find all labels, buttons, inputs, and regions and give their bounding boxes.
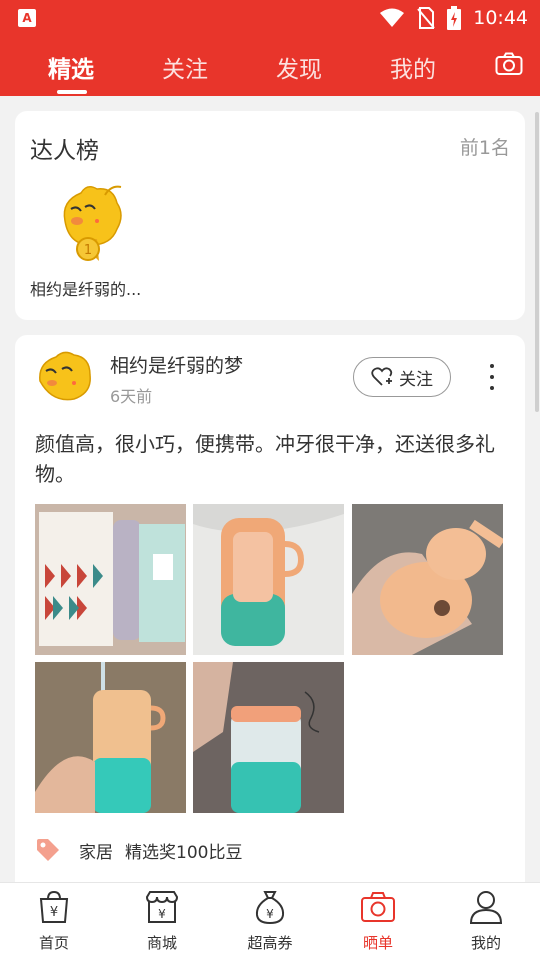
top-tabs: 精选 关注 发现 我的 bbox=[0, 38, 540, 96]
status-bar: A 10:44 bbox=[0, 0, 540, 36]
camera-icon[interactable] bbox=[495, 52, 523, 76]
top-users-card: 达人榜 前1名 1 相约是纤弱的... bbox=[15, 111, 525, 320]
ranking-count[interactable]: 前1名 bbox=[460, 133, 510, 160]
post-card: 相约是纤弱的梦 6天前 关注 颜值高，很小巧，便携带。冲牙很干净，还送很多礼物。 bbox=[15, 335, 525, 895]
heart-plus-icon bbox=[371, 367, 393, 386]
clock: 10:44 bbox=[473, 7, 528, 29]
nav-mall-label: 商城 bbox=[146, 934, 177, 952]
nav-mall[interactable]: ¥ 商城 bbox=[117, 883, 207, 960]
tab-featured[interactable]: 精选 bbox=[48, 50, 94, 84]
tab-following[interactable]: 关注 bbox=[162, 50, 208, 84]
top-user-avatar[interactable]: 1 bbox=[51, 181, 129, 269]
post-content: 颜值高，很小巧，便携带。冲牙很干净，还送很多礼物。 bbox=[35, 432, 495, 486]
photo-flosser-hand bbox=[35, 662, 186, 813]
active-tab-indicator bbox=[57, 90, 87, 94]
nav-showcase[interactable]: 晒单 bbox=[333, 883, 423, 960]
post-tags: 家居 精选奖100比豆 bbox=[35, 835, 505, 865]
svg-text:¥: ¥ bbox=[266, 907, 274, 921]
photo-flosser-cap bbox=[352, 504, 503, 655]
nav-showcase-label: 晒单 bbox=[362, 934, 393, 952]
category-tag[interactable]: 家居 bbox=[79, 838, 113, 863]
photo-flosser-tank bbox=[193, 662, 344, 813]
nav-coupons[interactable]: ¥ 超高券 bbox=[225, 883, 315, 960]
wifi-icon bbox=[380, 8, 405, 27]
post-photo[interactable] bbox=[193, 662, 344, 813]
scrollbar[interactable] bbox=[535, 112, 539, 412]
tag-icon bbox=[37, 839, 59, 861]
money-bag-icon: ¥ bbox=[255, 891, 285, 925]
no-sim-icon bbox=[417, 7, 435, 29]
nav-home[interactable]: ¥ 首页 bbox=[9, 883, 99, 960]
ranking-title: 达人榜 bbox=[30, 138, 99, 164]
top-user-name[interactable]: 相约是纤弱的... bbox=[30, 276, 160, 300]
photo-product-box bbox=[35, 504, 186, 655]
post-photo[interactable] bbox=[193, 504, 344, 655]
post-user-avatar[interactable] bbox=[34, 347, 94, 407]
post-username[interactable]: 相约是纤弱的梦 bbox=[110, 351, 243, 378]
app-notification-icon: A bbox=[18, 9, 36, 27]
user-icon bbox=[469, 891, 503, 924]
tab-discover[interactable]: 发现 bbox=[276, 50, 322, 84]
nav-profile[interactable]: 我的 bbox=[441, 883, 531, 960]
rank-medal-number: 1 bbox=[84, 243, 92, 258]
nav-home-label: 首页 bbox=[38, 934, 69, 952]
photo-flosser-front bbox=[193, 504, 344, 655]
reward-tag: 精选奖100比豆 bbox=[125, 842, 243, 863]
follow-button[interactable]: 关注 bbox=[353, 357, 451, 397]
follow-label: 关注 bbox=[399, 369, 433, 390]
post-timestamp: 6天前 bbox=[110, 387, 153, 406]
more-options-icon[interactable] bbox=[485, 364, 499, 390]
shopping-bag-yen-icon: ¥ bbox=[39, 890, 69, 923]
svg-text:¥: ¥ bbox=[158, 907, 166, 921]
system-icons: 10:44 bbox=[379, 6, 528, 30]
avatar-image bbox=[39, 351, 91, 401]
top-header: A 10:44 精选 关注 发现 我的 bbox=[0, 0, 540, 96]
post-photo[interactable] bbox=[35, 504, 186, 655]
post-photo[interactable] bbox=[352, 504, 503, 655]
bottom-navigation: ¥ 首页 ¥ 商城 ¥ 超高券 晒单 我的 bbox=[0, 882, 540, 960]
battery-charging-icon bbox=[447, 6, 462, 30]
tab-mine[interactable]: 我的 bbox=[390, 50, 436, 84]
store-icon: ¥ bbox=[145, 891, 179, 923]
nav-profile-label: 我的 bbox=[470, 934, 501, 952]
camera-icon bbox=[361, 892, 395, 922]
nav-coupons-label: 超高券 bbox=[247, 934, 293, 952]
post-photo[interactable] bbox=[35, 662, 186, 813]
svg-text:¥: ¥ bbox=[50, 905, 58, 920]
